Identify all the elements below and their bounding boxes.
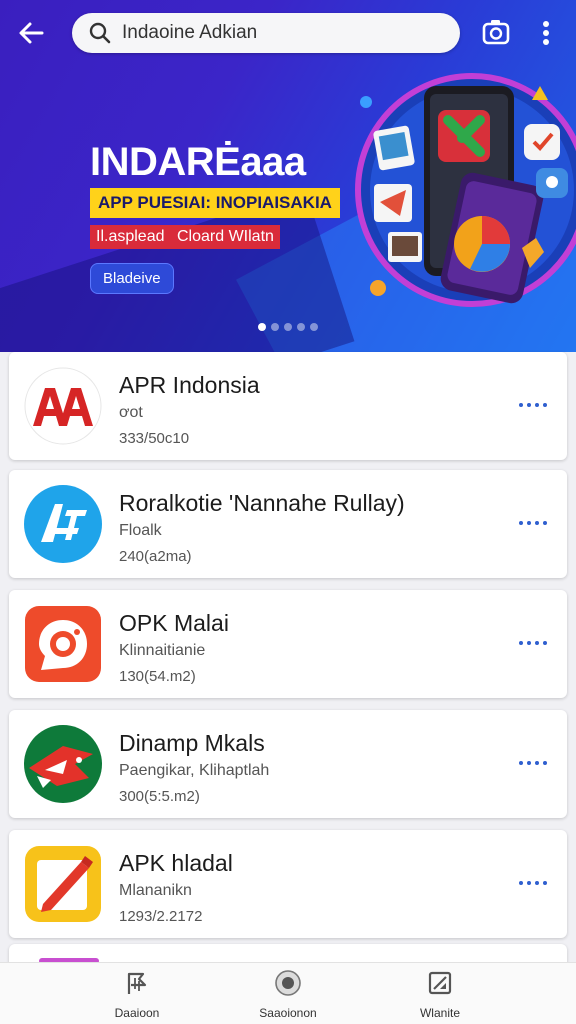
carousel-indicator[interactable]: [258, 323, 318, 331]
camera-search-button[interactable]: [478, 14, 514, 50]
back-button[interactable]: [12, 14, 50, 52]
green-bird-logo-icon: [24, 725, 102, 803]
app-meta: 300(5:5.m2): [119, 788, 200, 805]
app-name: APR Indonsia: [119, 372, 260, 398]
carousel-dot[interactable]: [310, 323, 318, 331]
more-horizontal-icon[interactable]: [513, 508, 553, 538]
overflow-menu-button[interactable]: [532, 14, 560, 52]
search-input[interactable]: [122, 22, 442, 44]
app-developer: Mlananikn: [119, 882, 192, 899]
nav-label: Saaoionon: [259, 1006, 317, 1020]
banner-subtitle: APP PUESIAI: INOPIAISAKIA: [90, 188, 340, 218]
banner-tag: Il.asplead: [90, 225, 171, 249]
list-item[interactable]: OPK Malai Klinnaitianie 130(54.m2): [9, 590, 567, 698]
app-meta: 240(a2ma): [119, 548, 192, 565]
app-meta: 333/50c10: [119, 430, 190, 447]
app-developer: Paengikar, Klihaptlah: [119, 762, 270, 779]
app-name: APK hladal: [119, 850, 233, 876]
featured-banner[interactable]: INDARĖaaa APP PUESIAI: INOPIAISAKIA Il.a…: [0, 0, 576, 352]
red-camera-logo-icon: [25, 606, 101, 682]
list-item[interactable]: Dinamp Mkals Paengikar, Klihaptlah 300(5…: [9, 710, 567, 818]
more-horizontal-icon[interactable]: [513, 868, 553, 898]
app-name: Dinamp Mkals: [119, 730, 265, 756]
more-vertical-icon: [543, 21, 549, 45]
banner-title: INDARĖaaa: [90, 140, 306, 184]
yellow-pencil-logo-icon: [25, 846, 101, 922]
app-developer: Klinnaitianie: [119, 642, 206, 659]
nav-item-saaoionon[interactable]: Saaoionon: [228, 969, 348, 1023]
search-icon: [89, 22, 111, 44]
blue-a-logo-icon: [24, 485, 102, 563]
record-icon: [275, 970, 301, 996]
banner-tag: Cloard WIlatn: [171, 225, 280, 249]
app-name: Roralkotie 'Nannahe Rullay): [119, 490, 405, 516]
nav-item-daaioon[interactable]: Daaioon: [77, 969, 197, 1023]
app-meta: 130(54.m2): [119, 668, 196, 685]
nav-label: Wlanite: [419, 1006, 460, 1020]
arrow-left-icon: [19, 22, 44, 44]
top-app-bar: [0, 0, 576, 66]
aa-red-logo-icon: [24, 367, 102, 445]
image-edit-icon: [428, 971, 452, 995]
carousel-dot[interactable]: [258, 323, 266, 331]
banner-cta-button[interactable]: Bladeive: [90, 263, 174, 294]
bottom-navigation: Daaioon Saaoionon Wlanite: [0, 962, 576, 1024]
carousel-dot[interactable]: [271, 323, 279, 331]
carousel-dot[interactable]: [297, 323, 305, 331]
more-horizontal-icon[interactable]: [513, 628, 553, 658]
nav-label: Daaioon: [114, 1006, 160, 1020]
list-item[interactable]: APR Indonsia ơot 333/50c10: [9, 352, 567, 460]
more-horizontal-icon[interactable]: [513, 748, 553, 778]
app-developer: Floalk: [119, 522, 162, 539]
app-developer: ơot: [119, 404, 143, 421]
carousel-dot[interactable]: [284, 323, 292, 331]
list-item[interactable]: Roralkotie 'Nannahe Rullay) Floalk 240(a…: [9, 470, 567, 578]
flag-icon: [127, 972, 147, 994]
app-name: OPK Malai: [119, 610, 229, 636]
app-meta: 1293/2.2172: [119, 908, 203, 925]
list-item[interactable]: APK hladal Mlananikn 1293/2.2172: [9, 830, 567, 938]
camera-icon: [482, 20, 510, 45]
nav-item-wlanite[interactable]: Wlanite: [380, 969, 500, 1023]
search-bar[interactable]: [72, 13, 460, 53]
phone-illustration: [355, 73, 576, 307]
more-horizontal-icon[interactable]: [513, 390, 553, 420]
